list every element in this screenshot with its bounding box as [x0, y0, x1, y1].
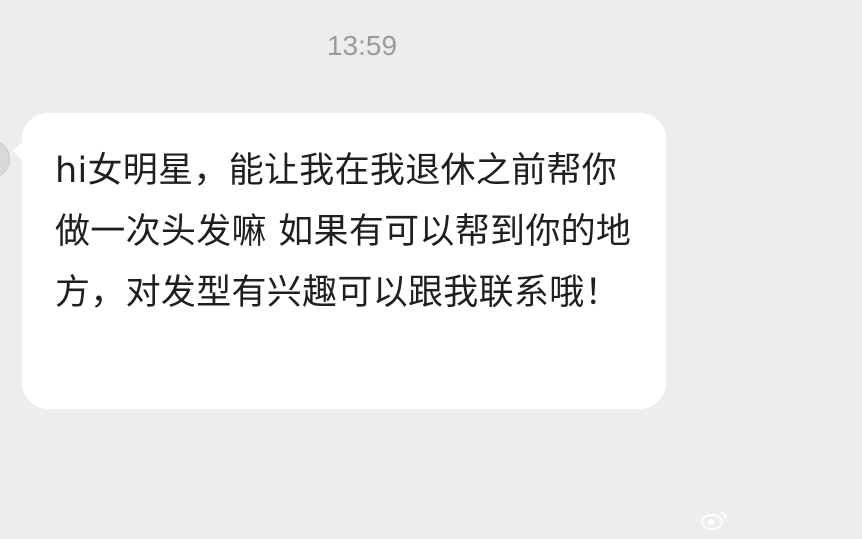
message-timestamp: 13:59 — [326, 30, 398, 61]
sender-avatar[interactable] — [0, 140, 10, 178]
bubble-tail — [13, 141, 23, 161]
weibo-logo-icon — [701, 511, 727, 530]
message-bubble[interactable]: hi女明星，能让我在我退休之前帮你做一次头发嘛 如果有可以帮到你的地方，对发型有… — [13, 113, 666, 409]
message-text: hi女明星，能让我在我退休之前帮你做一次头发嘛 如果有可以帮到你的地方，对发型有… — [55, 151, 632, 313]
chat-screen: { "chat": { "timestamp": "13:59", "messa… — [0, 0, 862, 539]
watermark-logo — [700, 507, 850, 533]
